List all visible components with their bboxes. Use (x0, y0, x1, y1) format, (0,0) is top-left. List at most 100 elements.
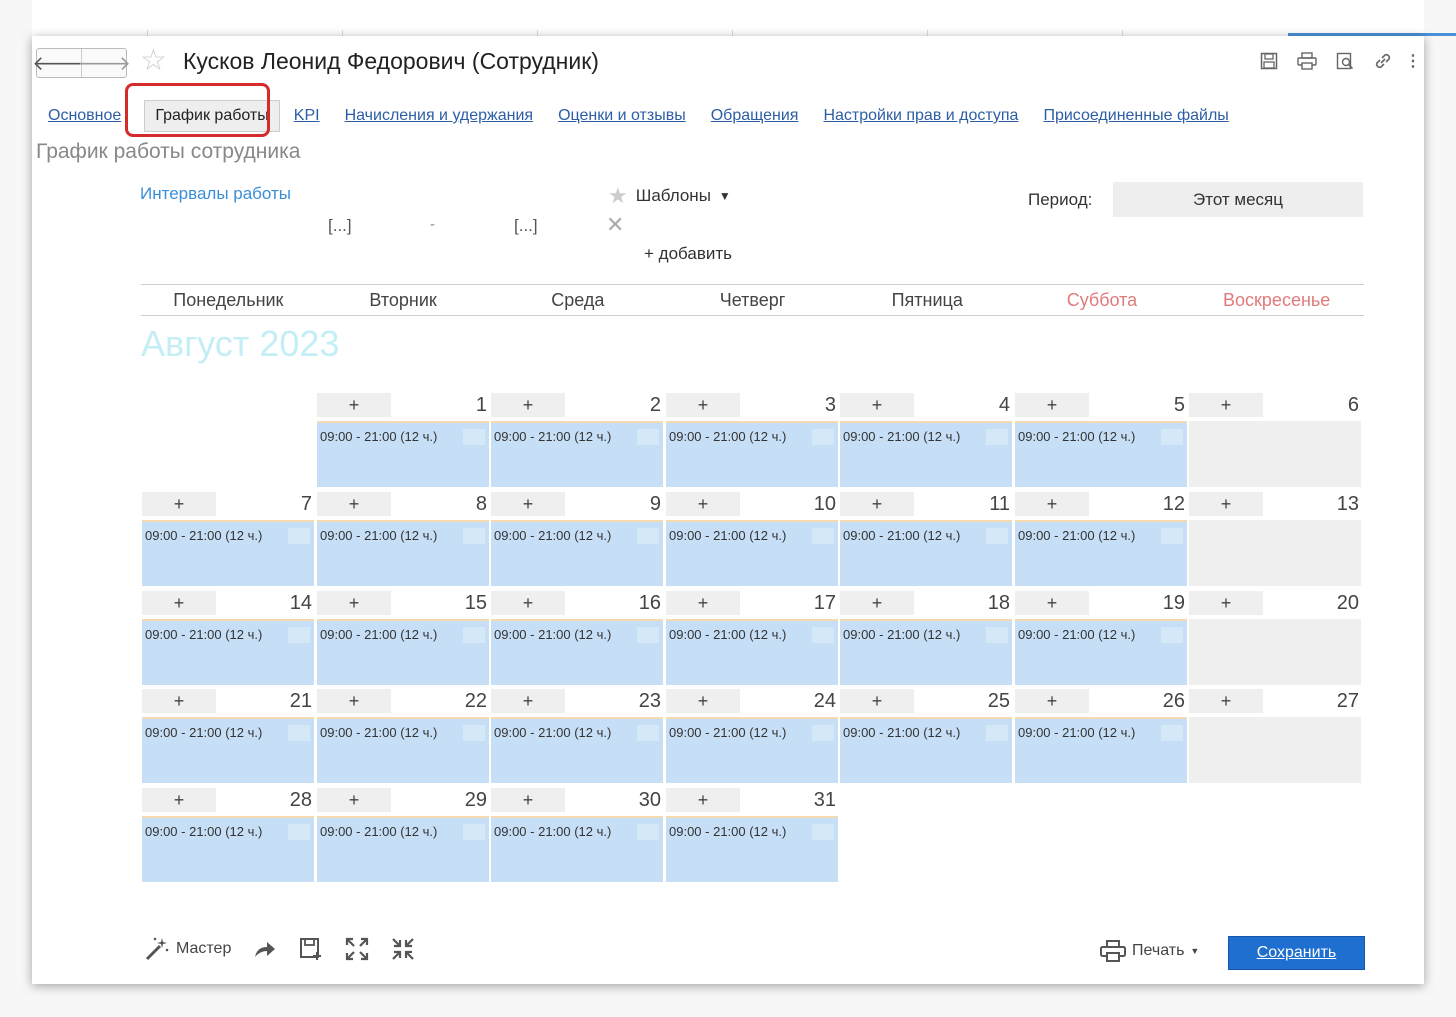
shift-block[interactable]: 09:00 - 21:00 (12 ч.) (491, 421, 663, 487)
shift-block[interactable]: 09:00 - 21:00 (12 ч.) (317, 421, 489, 487)
templates-dropdown[interactable]: ★ Шаблоны ▼ (608, 183, 731, 209)
day-cell[interactable]: +18 09:00 - 21:00 (12 ч.) (840, 589, 1012, 685)
add-shift-button[interactable]: + (1189, 492, 1263, 516)
add-shift-button[interactable]: + (666, 393, 740, 417)
add-shift-button[interactable]: + (666, 591, 740, 615)
add-shift-button[interactable]: + (491, 689, 565, 713)
shift-block[interactable]: 09:00 - 21:00 (12 ч.) (491, 717, 663, 783)
more-menu-icon[interactable]: ⋮ (1405, 50, 1421, 72)
day-cell[interactable]: +30 09:00 - 21:00 (12 ч.) (491, 786, 663, 882)
shift-block[interactable]: 09:00 - 21:00 (12 ч.) (491, 816, 663, 882)
day-cell[interactable]: +14 09:00 - 21:00 (12 ч.) (142, 589, 314, 685)
day-cell[interactable]: +31 09:00 - 21:00 (12 ч.) (666, 786, 838, 882)
add-shift-button[interactable]: + (1189, 393, 1263, 417)
day-cell[interactable]: +3 09:00 - 21:00 (12 ч.) (666, 391, 838, 487)
shift-block[interactable]: 09:00 - 21:00 (12 ч.) (666, 421, 838, 487)
add-shift-button[interactable]: + (491, 591, 565, 615)
day-cell[interactable]: +17 09:00 - 21:00 (12 ч.) (666, 589, 838, 685)
day-cell[interactable]: +12 09:00 - 21:00 (12 ч.) (1015, 490, 1187, 586)
day-cell[interactable]: +1 09:00 - 21:00 (12 ч.) (317, 391, 489, 487)
add-shift-button[interactable]: + (1015, 689, 1089, 713)
day-cell[interactable]: +22 09:00 - 21:00 (12 ч.) (317, 687, 489, 783)
print-dropdown[interactable]: Печать ▼ (1100, 940, 1199, 962)
day-cell[interactable]: +7 09:00 - 21:00 (12 ч.) (142, 490, 314, 586)
shift-block[interactable]: 09:00 - 21:00 (12 ч.) (666, 717, 838, 783)
shift-block[interactable]: 09:00 - 21:00 (12 ч.) (840, 717, 1012, 783)
day-cell[interactable]: +10 09:00 - 21:00 (12 ч.) (666, 490, 838, 586)
collapse-icon[interactable] (391, 937, 415, 961)
tab-7[interactable]: Присоединенные файлы (1043, 107, 1228, 125)
day-off-block[interactable] (1189, 619, 1361, 685)
add-shift-button[interactable]: + (840, 689, 914, 713)
tab-0[interactable]: Основное (48, 107, 121, 125)
add-shift-button[interactable]: + (1189, 689, 1263, 713)
back-arrow-icon[interactable]: 🡐 (32, 49, 86, 77)
shift-block[interactable]: 09:00 - 21:00 (12 ч.) (1015, 619, 1187, 685)
shift-block[interactable]: 09:00 - 21:00 (12 ч.) (1015, 421, 1187, 487)
day-cell[interactable]: +15 09:00 - 21:00 (12 ч.) (317, 589, 489, 685)
interval-from-field[interactable]: [...] (328, 216, 352, 236)
add-shift-button[interactable]: + (142, 689, 216, 713)
remove-interval-icon[interactable]: ✕ (606, 212, 624, 238)
day-cell[interactable]: +9 09:00 - 21:00 (12 ч.) (491, 490, 663, 586)
day-cell[interactable]: +2 09:00 - 21:00 (12 ч.) (491, 391, 663, 487)
shift-block[interactable]: 09:00 - 21:00 (12 ч.) (1015, 717, 1187, 783)
day-cell[interactable]: +4 09:00 - 21:00 (12 ч.) (840, 391, 1012, 487)
interval-to-field[interactable]: [...] (514, 216, 538, 236)
shift-block[interactable]: 09:00 - 21:00 (12 ч.) (317, 717, 489, 783)
add-shift-button[interactable]: + (317, 492, 391, 516)
day-cell[interactable]: +21 09:00 - 21:00 (12 ч.) (142, 687, 314, 783)
add-shift-button[interactable]: + (317, 689, 391, 713)
save-disk-icon[interactable] (1258, 50, 1280, 72)
period-select[interactable]: Этот месяц (1113, 182, 1363, 217)
add-shift-button[interactable]: + (1015, 591, 1089, 615)
day-cell[interactable]: +23 09:00 - 21:00 (12 ч.) (491, 687, 663, 783)
day-cell[interactable]: +6 (1189, 391, 1361, 487)
add-shift-button[interactable]: + (840, 492, 914, 516)
shift-block[interactable]: 09:00 - 21:00 (12 ч.) (491, 520, 663, 586)
add-shift-button[interactable]: + (142, 492, 216, 516)
day-off-block[interactable] (1189, 717, 1361, 783)
day-cell[interactable]: +11 09:00 - 21:00 (12 ч.) (840, 490, 1012, 586)
day-cell[interactable]: +5 09:00 - 21:00 (12 ч.) (1015, 391, 1187, 487)
add-shift-button[interactable]: + (317, 591, 391, 615)
add-shift-button[interactable]: + (1015, 492, 1089, 516)
tab-5[interactable]: Обращения (711, 107, 799, 125)
tab-2[interactable]: KPI (294, 107, 320, 125)
add-shift-button[interactable]: + (666, 492, 740, 516)
shift-block[interactable]: 09:00 - 21:00 (12 ч.) (317, 816, 489, 882)
day-cell[interactable]: +24 09:00 - 21:00 (12 ч.) (666, 687, 838, 783)
add-shift-button[interactable]: + (1189, 591, 1263, 615)
shift-block[interactable]: 09:00 - 21:00 (12 ч.) (1015, 520, 1187, 586)
shift-block[interactable]: 09:00 - 21:00 (12 ч.) (840, 421, 1012, 487)
add-shift-button[interactable]: + (142, 591, 216, 615)
day-cell[interactable]: +8 09:00 - 21:00 (12 ч.) (317, 490, 489, 586)
day-cell[interactable]: +20 (1189, 589, 1361, 685)
shift-block[interactable]: 09:00 - 21:00 (12 ч.) (491, 619, 663, 685)
shift-block[interactable]: 09:00 - 21:00 (12 ч.) (142, 717, 314, 783)
add-shift-button[interactable]: + (317, 393, 391, 417)
add-shift-button[interactable]: + (666, 689, 740, 713)
add-shift-button[interactable]: + (142, 788, 216, 812)
day-off-block[interactable] (1189, 421, 1361, 487)
shift-block[interactable]: 09:00 - 21:00 (12 ч.) (840, 520, 1012, 586)
printer-icon[interactable] (1296, 50, 1318, 72)
day-cell[interactable]: +25 09:00 - 21:00 (12 ч.) (840, 687, 1012, 783)
tab-4[interactable]: Оценки и отзывы (558, 107, 686, 125)
save-as-icon[interactable] (299, 937, 323, 961)
add-shift-button[interactable]: + (666, 788, 740, 812)
day-off-block[interactable] (1189, 520, 1361, 586)
add-shift-button[interactable]: + (840, 591, 914, 615)
shift-block[interactable]: 09:00 - 21:00 (12 ч.) (840, 619, 1012, 685)
add-shift-button[interactable]: + (317, 788, 391, 812)
share-arrow-icon[interactable] (253, 939, 277, 959)
shift-block[interactable]: 09:00 - 21:00 (12 ч.) (142, 619, 314, 685)
add-shift-button[interactable]: + (1015, 393, 1089, 417)
day-cell[interactable]: +16 09:00 - 21:00 (12 ч.) (491, 589, 663, 685)
save-button[interactable]: Сохранить (1228, 936, 1365, 970)
shift-block[interactable]: 09:00 - 21:00 (12 ч.) (317, 520, 489, 586)
favorite-star-icon[interactable]: ☆ (140, 46, 167, 76)
day-cell[interactable]: +28 09:00 - 21:00 (12 ч.) (142, 786, 314, 882)
shift-block[interactable]: 09:00 - 21:00 (12 ч.) (142, 520, 314, 586)
tab-6[interactable]: Настройки прав и доступа (823, 107, 1018, 125)
